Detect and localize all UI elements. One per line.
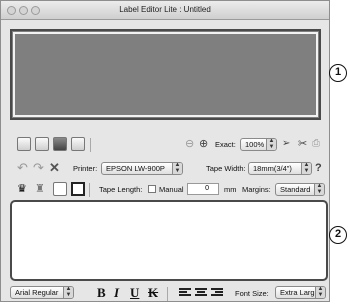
bold-button[interactable]: B	[97, 285, 106, 301]
align-left-icon[interactable]	[179, 288, 191, 299]
tape-width-value: 18mm(3/4")	[253, 164, 292, 173]
undo-icon[interactable]: ↶	[17, 160, 28, 176]
font-size-value: Extra Large	[280, 288, 319, 297]
margins-value: Standard	[280, 185, 311, 194]
file-toolbar: ⊖ ⊕ Exact: 100% ▲ ▼ ➢ ✂ ⎙	[7, 136, 325, 154]
exact-label: Exact:	[215, 140, 236, 149]
tape-length-label: Tape Length:	[99, 185, 143, 194]
underline-button[interactable]: U	[130, 285, 139, 301]
magnifier-minus-icon[interactable]: ⊖	[185, 136, 194, 152]
label-editor-window: Label Editor Lite : Untitled ⊖ ⊕ Exact: …	[0, 0, 330, 302]
scissors-icon[interactable]: ✂	[298, 136, 307, 152]
strikethrough-button[interactable]: K	[148, 285, 158, 301]
magnifier-plus-icon[interactable]: ⊕	[199, 136, 208, 152]
redo-icon[interactable]: ↷	[33, 160, 44, 176]
print-icon[interactable]	[71, 137, 85, 151]
popup-arrows-icon: ▲ ▼	[315, 287, 325, 298]
popup-arrows-icon: ▲ ▼	[301, 163, 311, 174]
tape-width-select[interactable]: 18mm(3/4") ▲ ▼	[248, 162, 312, 175]
manual-label: Manual	[159, 185, 184, 194]
font-value: Arial Regular	[15, 288, 59, 297]
popup-arrows-icon: ▲ ▼	[314, 184, 324, 195]
vertical-text-icon[interactable]: ♛	[17, 182, 31, 196]
printer-select[interactable]: EPSON LW-900P ▲ ▼	[101, 162, 183, 175]
printer-toolbar: ↶ ↷ ✕ Printer: EPSON LW-900P ▲ ▼ Tape Wid…	[7, 160, 325, 178]
align-center-icon[interactable]	[195, 288, 207, 299]
new-document-icon[interactable]	[17, 137, 31, 151]
save-icon[interactable]	[53, 137, 67, 151]
printer-value: EPSON LW-900P	[106, 164, 165, 173]
font-size-select[interactable]: Extra Large ▲ ▼	[275, 286, 326, 299]
font-size-label: Font Size:	[235, 289, 269, 298]
frame-icon[interactable]	[71, 182, 85, 196]
align-right-icon[interactable]	[211, 288, 223, 299]
title-bar: Label Editor Lite : Untitled	[1, 1, 329, 20]
printer-label: Printer:	[73, 164, 98, 173]
label-preview-area	[10, 29, 321, 120]
frame-text-icon[interactable]: ♜	[35, 182, 49, 196]
zoom-value: 100%	[245, 140, 265, 149]
popup-arrows-icon: ▲ ▼	[63, 287, 73, 298]
delete-icon[interactable]: ✕	[49, 160, 60, 176]
open-document-icon[interactable]	[35, 137, 49, 151]
help-icon[interactable]: ?	[315, 160, 322, 176]
toolbar-separator	[89, 183, 90, 197]
calendar-icon[interactable]	[53, 182, 67, 196]
margins-label: Margins:	[242, 185, 271, 194]
popup-arrows-icon: ▲ ▼	[266, 139, 276, 150]
unit-label: mm	[224, 185, 237, 194]
tape-width-label: Tape Width:	[206, 164, 246, 173]
zoom-select[interactable]: 100% ▲ ▼	[240, 138, 277, 151]
manual-checkbox[interactable]	[148, 185, 156, 193]
toolbar-separator	[90, 138, 91, 152]
popup-arrows-icon: ▲ ▼	[172, 163, 182, 174]
tape-toolbar: ♛ ♜ Tape Length: Manual 0 mm Margins: St…	[7, 181, 325, 199]
window-title: Label Editor Lite : Untitled	[119, 5, 211, 14]
arrow-right-icon[interactable]: ➢	[282, 136, 290, 152]
italic-button[interactable]: I	[114, 285, 119, 301]
text-editing-area[interactable]	[10, 200, 328, 281]
printer-gray-icon[interactable]: ⎙	[312, 136, 320, 152]
length-value: 0	[205, 185, 209, 192]
callout-1: 1	[329, 64, 347, 82]
toolbar-separator	[167, 287, 168, 301]
font-select[interactable]: Arial Regular ▲ ▼	[10, 286, 74, 299]
length-input[interactable]: 0	[187, 183, 219, 195]
format-toolbar: Arial Regular ▲ ▼ B I U K Font Size: Extr…	[7, 285, 326, 303]
margins-select[interactable]: Standard ▲ ▼	[275, 183, 325, 196]
callout-2: 2	[329, 226, 347, 244]
